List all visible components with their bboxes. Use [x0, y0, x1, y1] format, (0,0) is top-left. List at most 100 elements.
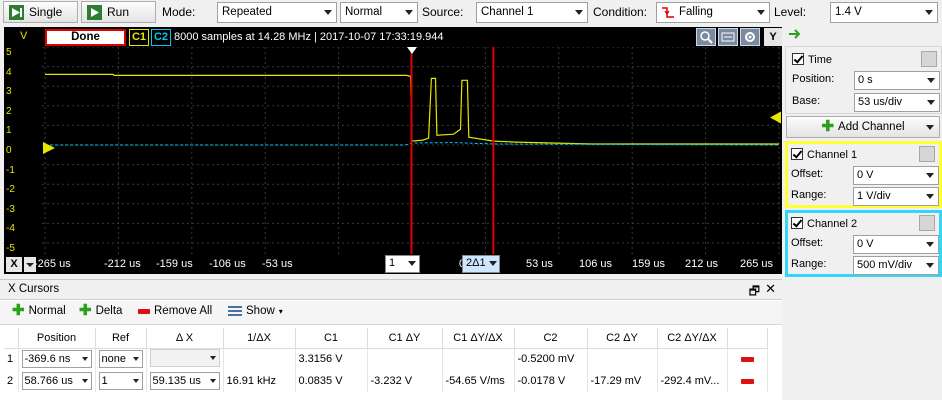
- position-cell[interactable]: 58.766 us: [18, 370, 96, 392]
- chevron-down-icon: [209, 379, 216, 383]
- base-input[interactable]: 53 us/div: [854, 93, 940, 112]
- channel1-offset-marker[interactable]: [42, 142, 56, 154]
- cursor1-selector[interactable]: 1: [385, 255, 420, 273]
- position-input[interactable]: 0 s: [854, 71, 940, 90]
- checkbox-icon: [791, 148, 803, 160]
- chevron-down-icon: [926, 125, 934, 130]
- normal-cursor-button[interactable]: ✚ Normal: [12, 302, 66, 319]
- scope-header: V Done C1 C2 8000 samples at 14.28 MHz |…: [4, 27, 782, 47]
- inv-dx-cell: 16.91 kHz: [223, 370, 296, 392]
- y-tick-label: -1: [6, 164, 15, 176]
- falling-edge-icon: [662, 7, 674, 18]
- time-settings-icon[interactable]: [921, 51, 937, 67]
- column-header: Δ X: [146, 328, 224, 349]
- arrow-right-icon[interactable]: [788, 28, 802, 40]
- channel2-settings-icon[interactable]: [919, 215, 935, 231]
- delta-cursor-button[interactable]: ✚ Delta: [79, 302, 122, 319]
- channel2-offset-input[interactable]: 0 V: [853, 235, 939, 254]
- plus-icon: ✚: [79, 302, 92, 319]
- time-group: Time Position: 0 s Base: 53 us/div: [785, 46, 942, 114]
- position-label: Position:: [792, 73, 835, 85]
- cursor2-selector[interactable]: 2Δ1: [462, 255, 500, 273]
- delete-cursor-button[interactable]: [727, 348, 768, 370]
- channel1-group: Channel 1 Offset: 0 V Range: 1 V/div: [785, 141, 942, 208]
- waveform-plot[interactable]: [42, 47, 782, 254]
- chevron-down-icon: [757, 10, 765, 15]
- channel2-checkbox[interactable]: Channel 2: [791, 217, 857, 230]
- column-header: Ref: [95, 328, 147, 349]
- time-checkbox[interactable]: Time: [792, 53, 832, 66]
- trigger-position-marker[interactable]: [407, 47, 417, 54]
- trigger-level-marker[interactable]: [770, 111, 781, 124]
- channel1-range-input[interactable]: 1 V/div: [853, 187, 939, 206]
- x-tick-label: -265 us: [34, 258, 71, 270]
- c2-cell: -0.0178 V: [514, 370, 588, 392]
- undock-icon[interactable]: 🗗: [749, 282, 760, 303]
- column-header: C1 ΔY: [367, 328, 443, 349]
- column-header: C2 ΔY: [587, 328, 658, 349]
- x-cursors-title: X Cursors 🗗 ✕: [0, 280, 782, 300]
- add-channel-button[interactable]: ✚ Add Channel: [786, 116, 940, 138]
- position-cell[interactable]: -369.6 ns: [18, 348, 96, 370]
- x-tick-label: -53 us: [262, 258, 293, 270]
- y-tick-label: -2: [6, 184, 15, 196]
- chevron-down-icon: [926, 194, 934, 199]
- source-label: Source:: [422, 5, 464, 19]
- delete-icon: [740, 379, 754, 384]
- acquisition-select[interactable]: Normal: [340, 2, 418, 23]
- table-row[interactable]: 2 58.766 us 1 59.135 us 16.91 kHz 0.0835…: [4, 370, 768, 392]
- inv-dx-cell: [223, 348, 296, 370]
- chevron-down-icon: [927, 100, 935, 105]
- channel2-offset-label: Offset:: [791, 237, 824, 249]
- x-cursors-panel: X Cursors 🗗 ✕ ✚ Normal ✚ Delta Remove All …: [0, 279, 782, 400]
- c2-dy-cell: [587, 348, 658, 370]
- c1-cell: 0.0835 V: [295, 370, 368, 392]
- single-button[interactable]: Single: [3, 1, 78, 23]
- channel1-offset-input[interactable]: 0 V: [853, 166, 939, 185]
- y-axis-button[interactable]: Y: [764, 28, 782, 46]
- delta-x-cell[interactable]: 59.135 us: [146, 370, 224, 392]
- chevron-down-icon: [81, 379, 88, 383]
- channel1-tag[interactable]: C1: [129, 29, 149, 46]
- zoom-icon[interactable]: [696, 28, 716, 46]
- ref-cell[interactable]: none: [95, 348, 147, 370]
- column-header: C1 ΔY/ΔX: [442, 328, 515, 349]
- x-tick-label: 265 us: [740, 258, 774, 270]
- acquisition-info: 8000 samples at 14.28 MHz | 2017-10-07 1…: [174, 31, 444, 43]
- ref-cell[interactable]: 1: [95, 370, 147, 392]
- channel1-checkbox[interactable]: Channel 1: [791, 148, 857, 161]
- y-tick-label: 5: [6, 47, 12, 58]
- delete-cursor-button[interactable]: [727, 370, 768, 392]
- y-tick-label: -3: [6, 203, 15, 215]
- x-tick-label: -159 us: [156, 258, 193, 270]
- fit-view-icon[interactable]: [718, 28, 738, 46]
- table-row[interactable]: 1 -369.6 ns none 3.3156 V -0.5200 mV: [4, 348, 768, 370]
- c2-dy-cell: -17.29 mV: [587, 370, 658, 392]
- settings-icon[interactable]: [740, 28, 760, 46]
- chevron-down-icon: [132, 379, 139, 383]
- chevron-down-icon: [926, 242, 934, 247]
- run-label: Run: [107, 5, 130, 19]
- x-tick-label: 53 us: [526, 258, 553, 270]
- mode-select[interactable]: Repeated: [217, 2, 337, 23]
- close-icon[interactable]: ✕: [765, 281, 776, 297]
- chevron-down-icon: [926, 173, 934, 178]
- scope-view[interactable]: V Done C1 C2 8000 samples at 14.28 MHz |…: [4, 27, 782, 274]
- level-input[interactable]: 1.4 V: [830, 2, 938, 23]
- checkbox-icon: [792, 53, 804, 65]
- level-label: Level:: [774, 5, 807, 19]
- column-header: 1/ΔX: [223, 328, 296, 349]
- remove-all-button[interactable]: Remove All: [138, 305, 212, 317]
- run-button[interactable]: Run: [81, 1, 156, 23]
- source-select[interactable]: Channel 1: [476, 2, 588, 23]
- c1-dy-cell: [367, 348, 443, 370]
- channel2-tag[interactable]: C2: [151, 29, 171, 46]
- condition-select[interactable]: Falling: [656, 2, 770, 23]
- channel1-settings-icon[interactable]: [919, 146, 935, 162]
- show-menu-button[interactable]: Show ▾: [228, 305, 283, 317]
- toolbar: Single Run Mode: Repeated Normal Source:…: [0, 0, 942, 26]
- x-axis-button[interactable]: X: [6, 257, 22, 272]
- checkbox-icon: [791, 217, 803, 229]
- plus-icon: ✚: [12, 302, 25, 319]
- channel2-range-input[interactable]: 500 mV/div: [853, 256, 939, 275]
